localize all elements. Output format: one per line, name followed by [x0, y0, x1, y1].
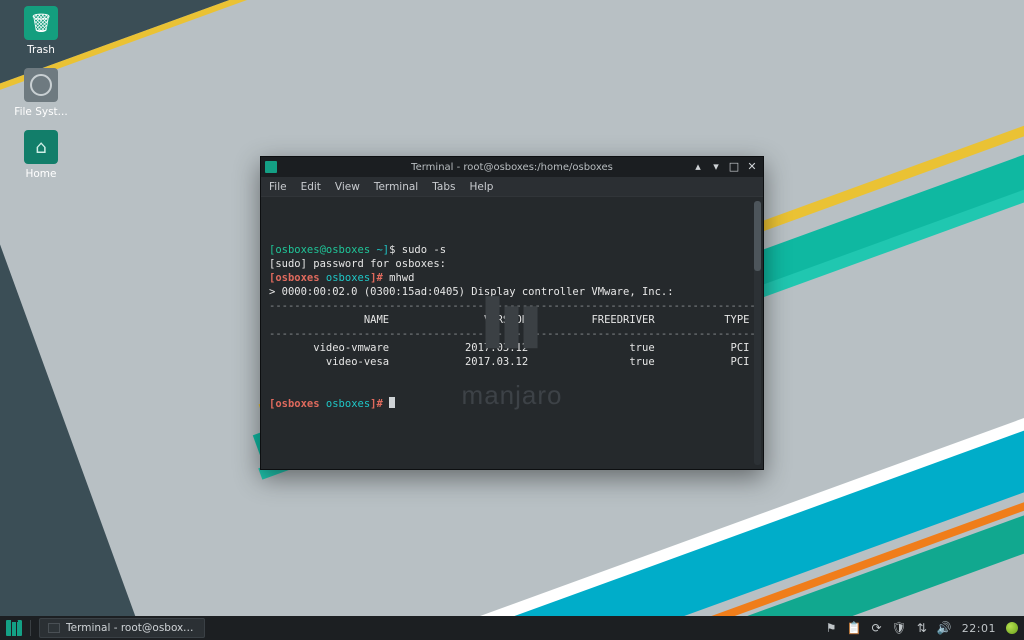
td-freedriver: true	[629, 342, 654, 354]
window-titlebar[interactable]: Terminal - root@osboxes:/home/osboxes ▴ …	[261, 157, 763, 177]
separator	[30, 620, 31, 636]
prompt-user-root: [osboxes	[269, 398, 326, 410]
start-menu-button[interactable]	[6, 620, 22, 636]
prompt-user-root: [osboxes	[269, 272, 326, 284]
tray-clock[interactable]: 22:01	[962, 622, 996, 635]
desktop-icons: 🗑 Trash File Syst... ⌂ Home	[10, 6, 80, 192]
terminal-viewport[interactable]: manjaro [osboxes@osboxes ~]$ sudo -s [su…	[261, 197, 763, 469]
window-thumbnail-icon	[48, 623, 60, 633]
terminal-app-icon	[265, 161, 277, 173]
terminal-command: sudo -s	[402, 244, 446, 256]
tray-network-icon[interactable]: ⇅	[917, 621, 927, 635]
home-icon: ⌂	[24, 130, 58, 164]
td-name: video-vesa	[326, 356, 389, 368]
prompt-symbol: $	[389, 244, 402, 256]
menu-view[interactable]: View	[335, 181, 360, 193]
table-header-row: NAME VERSION FREEDRIVER TYPE	[269, 314, 750, 326]
table-divider: ----------------------------------------…	[269, 328, 763, 340]
prompt-host: osboxes	[326, 272, 370, 284]
desktop-icon-label: Trash	[10, 44, 72, 56]
window-buttons: ▴ ▾ □ ✕	[691, 160, 759, 174]
window-btn-up[interactable]: ▴	[691, 160, 705, 174]
td-type: PCI	[731, 342, 750, 354]
taskbar: Terminal - root@osboxes:... ⚑ 📋 ⟳ 🛡 ⇅ 🔊 …	[0, 616, 1024, 640]
td-freedriver: true	[629, 356, 654, 368]
terminal-cursor	[389, 397, 395, 408]
tray-update-icon[interactable]: ⟳	[871, 621, 881, 635]
th-freedriver: FREEDRIVER	[591, 314, 654, 326]
taskbar-task-terminal[interactable]: Terminal - root@osboxes:...	[39, 618, 205, 638]
desktop-icon-trash[interactable]: 🗑 Trash	[10, 6, 72, 56]
window-title: Terminal - root@osboxes:/home/osboxes	[411, 162, 613, 173]
prompt-symbol: ]#	[370, 398, 389, 410]
terminal-window: Terminal - root@osboxes:/home/osboxes ▴ …	[260, 156, 764, 470]
tray-flag-icon[interactable]: ⚑	[826, 621, 837, 635]
menu-help[interactable]: Help	[469, 181, 493, 193]
tray-volume-icon[interactable]: 🔊	[937, 621, 952, 635]
terminal-command: mhwd	[389, 272, 414, 284]
menu-file[interactable]: File	[269, 181, 287, 193]
trash-icon: 🗑	[24, 6, 58, 40]
td-version: 2017.03.12	[465, 356, 528, 368]
menu-terminal[interactable]: Terminal	[374, 181, 418, 193]
window-btn-down[interactable]: ▾	[709, 160, 723, 174]
manjaro-logo-text: manjaro	[462, 388, 563, 402]
prompt-user: [osboxes@osboxes	[269, 244, 370, 256]
disk-icon	[24, 68, 58, 102]
desktop-icon-label: File Syst...	[10, 106, 72, 118]
desktop-icon-label: Home	[10, 168, 72, 180]
window-maximize-button[interactable]: □	[727, 160, 741, 174]
prompt-host: osboxes	[326, 398, 370, 410]
tray-session-button[interactable]	[1006, 622, 1018, 634]
desktop-icon-home[interactable]: ⌂ Home	[10, 130, 72, 180]
td-version: 2017.03.12	[465, 342, 528, 354]
th-name: NAME	[364, 314, 389, 326]
th-type: TYPE	[724, 314, 749, 326]
terminal-output-line: [sudo] password for osboxes:	[269, 258, 446, 270]
prompt-symbol: ]#	[370, 272, 389, 284]
td-type: PCI	[731, 356, 750, 368]
table-row: video-vesa 2017.03.12 true PCI	[269, 356, 749, 368]
taskbar-task-label: Terminal - root@osboxes:...	[66, 622, 196, 634]
terminal-scrollbar[interactable]	[754, 201, 761, 465]
desktop-icon-filesystem[interactable]: File Syst...	[10, 68, 72, 118]
terminal-output-line: > 0000:00:02.0 (0300:15ad:0405) Display …	[269, 286, 674, 298]
prompt-path: ~]	[370, 244, 389, 256]
table-row: video-vmware 2017.03.12 true PCI	[269, 342, 749, 354]
table-divider: ----------------------------------------…	[269, 300, 763, 312]
window-close-button[interactable]: ✕	[745, 160, 759, 174]
tray-clipboard-icon[interactable]: 📋	[847, 621, 862, 635]
scrollbar-thumb[interactable]	[754, 201, 761, 271]
menu-edit[interactable]: Edit	[301, 181, 321, 193]
menu-bar: File Edit View Terminal Tabs Help	[261, 177, 763, 197]
system-tray: ⚑ 📋 ⟳ 🛡 ⇅ 🔊 22:01	[826, 621, 1018, 635]
th-version: VERSION	[484, 314, 528, 326]
tray-shield-icon[interactable]: 🛡	[892, 621, 907, 635]
td-name: video-vmware	[313, 342, 389, 354]
menu-tabs[interactable]: Tabs	[432, 181, 455, 193]
